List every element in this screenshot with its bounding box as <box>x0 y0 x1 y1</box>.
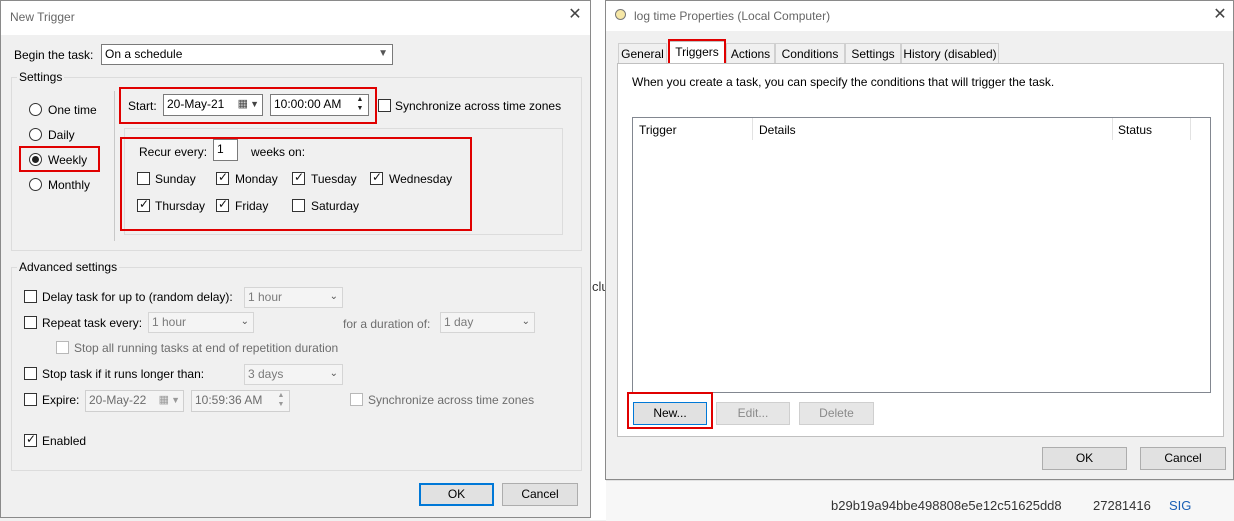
ok-button[interactable]: OK <box>419 483 494 506</box>
repeat-label: Repeat task every: <box>42 316 143 330</box>
background-hash: b29b19a94bbe498808e5e12c51625dd8 <box>831 498 1062 513</box>
chevron-down-icon: ▼ <box>378 48 388 59</box>
start-highlight-box <box>119 87 377 124</box>
chevron-down-icon: ⌄ <box>240 316 249 327</box>
triggers-list-header: Trigger Details Status <box>633 118 1210 140</box>
begin-task-select[interactable]: On a schedule ▼ <box>101 44 393 65</box>
sync-timezones-checkbox[interactable] <box>378 99 391 112</box>
stop-longer-value: 3 days <box>248 367 284 381</box>
background-sig-link[interactable]: SIG <box>1169 498 1191 513</box>
tab-settings[interactable]: Settings <box>845 43 901 63</box>
checkmark-icon: ✓ <box>25 432 37 446</box>
stop-longer-select[interactable]: 3 days ⌄ <box>244 364 343 385</box>
new-trigger-title: New Trigger <box>10 10 75 24</box>
radio-one-time-label: One time <box>48 103 97 117</box>
repeat-select[interactable]: 1 hour ⌄ <box>148 312 254 333</box>
cancel-button[interactable]: Cancel <box>502 483 578 506</box>
duration-value: 1 day <box>444 315 474 329</box>
triggers-list[interactable]: Trigger Details Status <box>632 117 1211 393</box>
triggers-description: When you create a task, you can specify … <box>632 75 1055 89</box>
tab-conditions[interactable]: Conditions <box>775 43 845 63</box>
advanced-settings-legend: Advanced settings <box>17 260 120 274</box>
triggers-tab-highlight-box <box>668 39 726 65</box>
spin-up-icon[interactable]: ▲ <box>274 392 288 400</box>
sync-timezones-label: Synchronize across time zones <box>395 99 562 113</box>
expire-checkbox[interactable] <box>24 393 37 406</box>
expire-date-value: 20-May-22 <box>89 393 147 407</box>
enabled-checkbox[interactable]: ✓ <box>24 432 37 447</box>
new-trigger-titlebar: New Trigger ✕ <box>1 1 590 35</box>
stop-running-label: Stop all running tasks at end of repetit… <box>74 341 339 355</box>
background-number: 27281416 <box>1093 498 1151 513</box>
settings-legend: Settings <box>17 70 65 84</box>
stop-running-checkbox[interactable] <box>56 341 69 354</box>
properties-ok-button[interactable]: OK <box>1042 447 1127 470</box>
column-divider <box>1190 118 1191 140</box>
delay-checkbox[interactable] <box>24 290 37 303</box>
chevron-down-icon: ⌄ <box>329 368 338 379</box>
close-icon[interactable]: ✕ <box>1212 7 1228 23</box>
clock-icon <box>615 9 626 20</box>
close-icon[interactable]: ✕ <box>567 7 583 23</box>
tab-history[interactable]: History (disabled) <box>901 43 999 63</box>
column-details[interactable]: Details <box>759 123 796 137</box>
delay-select[interactable]: 1 hour ⌄ <box>244 287 343 308</box>
properties-cancel-button[interactable]: Cancel <box>1140 447 1226 470</box>
stop-longer-label: Stop task if it runs longer than: <box>42 367 205 381</box>
expire-sync-checkbox[interactable] <box>350 393 363 406</box>
column-divider <box>1112 118 1113 140</box>
stop-longer-checkbox[interactable] <box>24 367 37 380</box>
radio-monthly-label: Monthly <box>48 178 91 192</box>
repeat-checkbox[interactable] <box>24 316 37 329</box>
chevron-down-icon: ⌄ <box>329 291 338 302</box>
column-trigger[interactable]: Trigger <box>639 123 677 137</box>
column-status[interactable]: Status <box>1118 123 1152 137</box>
weekly-highlight-box <box>19 146 100 172</box>
expire-date-picker[interactable]: 20-May-22 ▦ ▼ <box>85 390 184 412</box>
repeat-value: 1 hour <box>152 315 187 329</box>
delete-trigger-button[interactable]: Delete <box>799 402 874 425</box>
radio-daily-label: Daily <box>48 128 75 142</box>
expire-time-value: 10:59:36 AM <box>195 393 263 407</box>
delay-value: 1 hour <box>248 290 283 304</box>
column-divider <box>752 118 753 140</box>
expire-label: Expire: <box>42 393 80 407</box>
edit-trigger-button[interactable]: Edit... <box>716 402 790 425</box>
properties-titlebar: log time Properties (Local Computer) ✕ <box>606 1 1233 31</box>
chevron-down-icon[interactable]: ▼ <box>171 391 180 409</box>
expire-sync-label: Synchronize across time zones <box>368 393 535 407</box>
calendar-icon[interactable]: ▦ <box>159 391 169 409</box>
radio-one-time[interactable] <box>29 103 42 116</box>
new-button-highlight-box <box>627 392 713 429</box>
settings-divider <box>114 91 115 241</box>
spin-down-icon[interactable]: ▼ <box>274 401 288 409</box>
duration-label: for a duration of: <box>343 317 431 331</box>
recur-highlight-box <box>120 137 472 231</box>
enabled-label: Enabled <box>42 434 87 448</box>
duration-select[interactable]: 1 day ⌄ <box>440 312 535 333</box>
begin-task-label: Begin the task: <box>14 48 94 62</box>
begin-task-value: On a schedule <box>105 47 183 61</box>
properties-title: log time Properties (Local Computer) <box>634 9 831 23</box>
tab-panel: When you create a task, you can specify … <box>617 63 1224 437</box>
expire-time-field[interactable]: 10:59:36 AM ▲ ▼ <box>191 390 290 412</box>
delay-label: Delay task for up to (random delay): <box>42 290 233 304</box>
radio-monthly[interactable] <box>29 178 42 191</box>
chevron-down-icon: ⌄ <box>521 316 530 327</box>
radio-daily[interactable] <box>29 128 42 141</box>
task-properties-dialog: log time Properties (Local Computer) ✕ G… <box>605 0 1234 480</box>
tab-actions[interactable]: Actions <box>726 43 775 63</box>
new-trigger-dialog: New Trigger ✕ Begin the task: On a sched… <box>0 0 591 518</box>
tab-general[interactable]: General <box>618 43 667 63</box>
background-window <box>590 0 606 520</box>
